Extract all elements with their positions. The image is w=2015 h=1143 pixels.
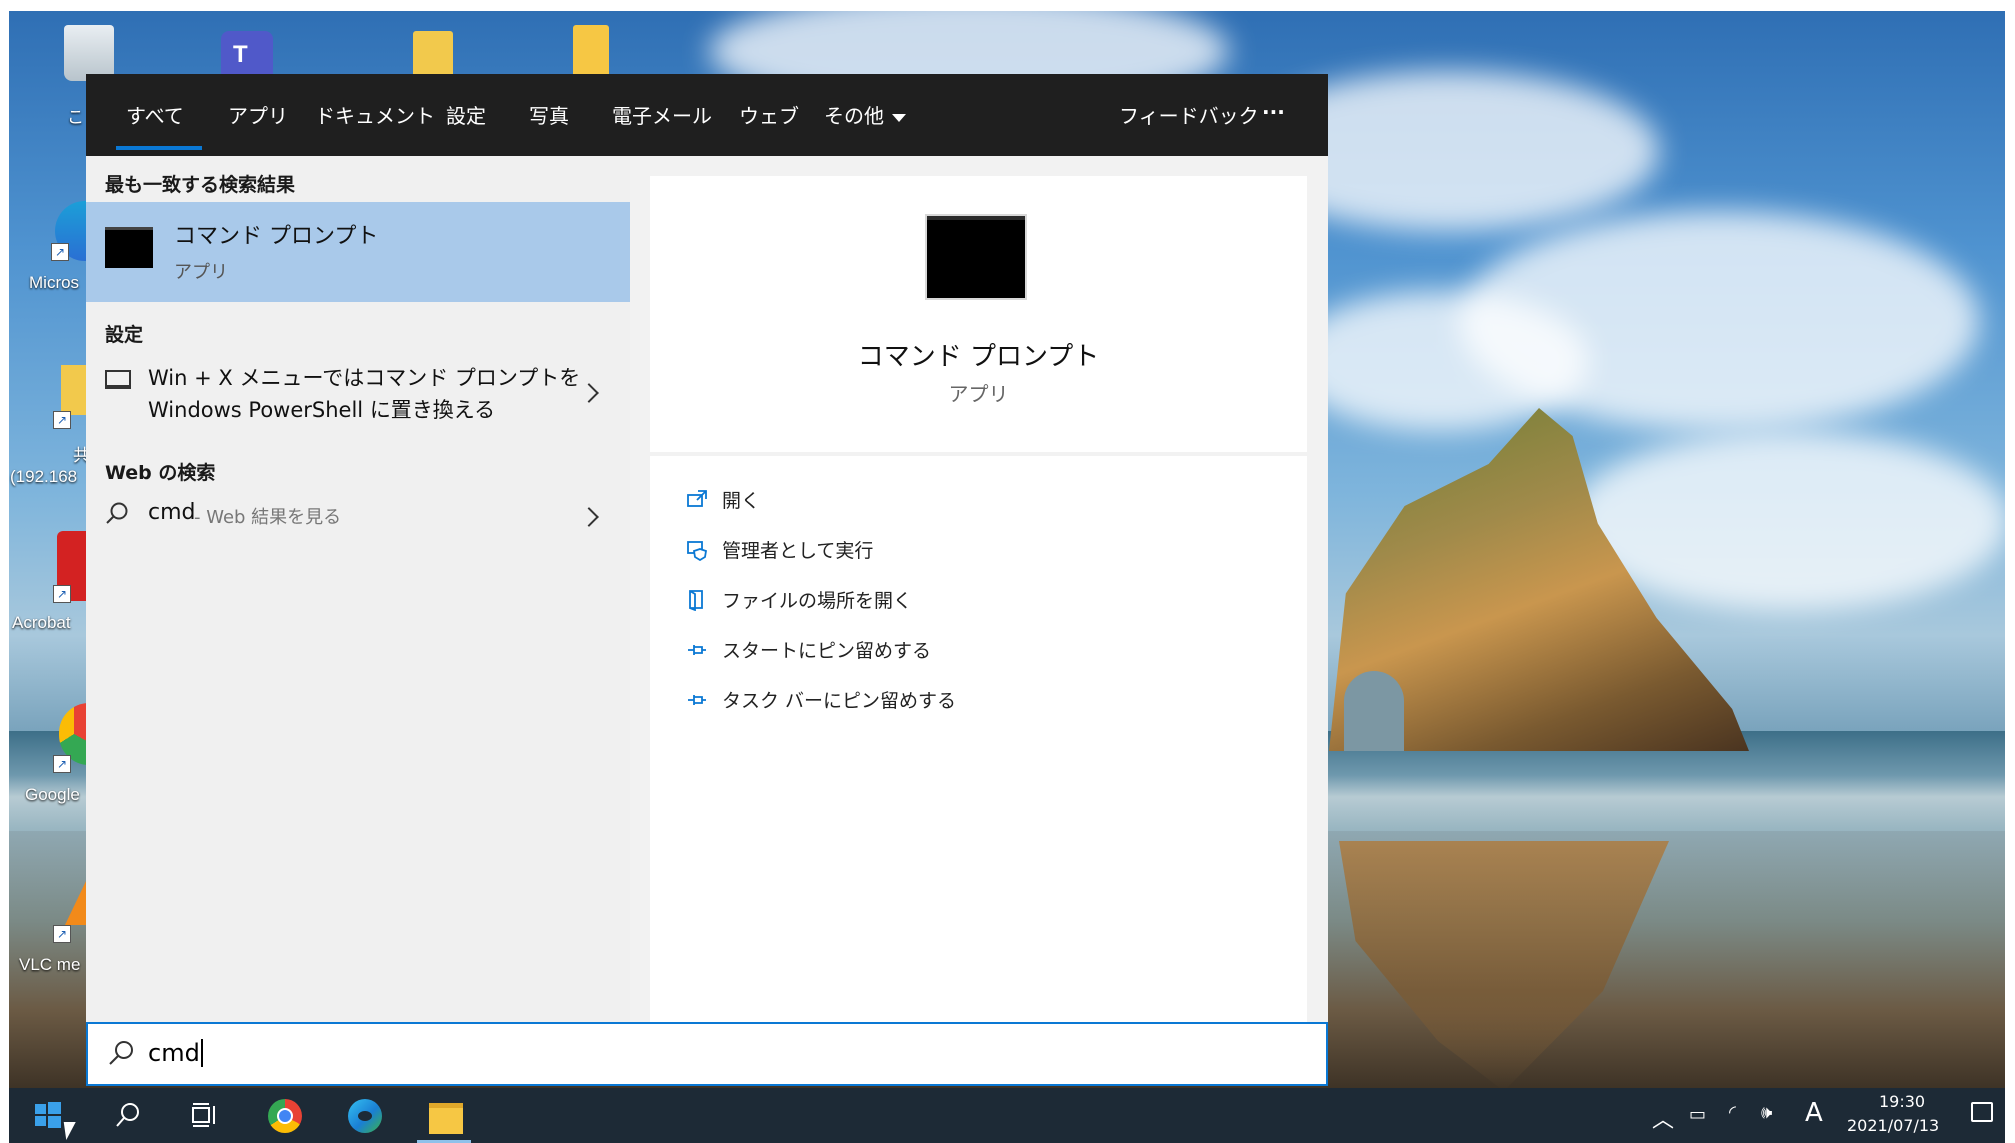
tab-more-label: その他 xyxy=(824,104,884,128)
preview-title: コマンド プロンプト xyxy=(857,342,1100,372)
tab-email[interactable]: 電子メール xyxy=(612,100,712,129)
web-result-query: cmd xyxy=(148,500,196,525)
show-hidden-icons-button[interactable]: ︿ xyxy=(1652,1102,1674,1134)
open-action-label: 開く xyxy=(722,490,761,512)
caret-down-icon xyxy=(892,113,906,122)
folder-icon xyxy=(429,1103,463,1134)
preview-subtitle: アプリ xyxy=(948,382,1009,406)
windows-logo-icon xyxy=(35,1102,61,1128)
start-button[interactable] xyxy=(9,1088,73,1143)
preview-actions: 開く 管理者として実行 ファイルの場所を開く スタートにピン留めする タスク バ… xyxy=(650,456,1307,1086)
shortcut-arrow-icon: ↗ xyxy=(53,411,71,429)
best-match-heading: 最も一致する検索結果 xyxy=(105,174,296,196)
search-icon xyxy=(106,1038,136,1068)
web-result-item[interactable]: cmd - Web 結果を見る xyxy=(86,494,630,538)
preview-header: コマンド プロンプト アプリ xyxy=(650,176,1307,452)
desktop-icon-label: VLC me xyxy=(19,955,81,974)
web-result-suffix: - Web 結果を見る xyxy=(194,507,342,528)
tab-photos[interactable]: 写真 xyxy=(529,100,569,129)
shortcut-arrow-icon: ↗ xyxy=(53,755,71,773)
tab-documents[interactable]: ドキュメント xyxy=(315,100,435,129)
pin-icon xyxy=(686,639,708,661)
search-taskbar-button[interactable] xyxy=(93,1088,163,1143)
settings-result-line2: Windows PowerShell に置き換える xyxy=(148,398,496,422)
best-match-subtitle: アプリ xyxy=(174,262,228,283)
desktop-icon-label: (192.168 xyxy=(10,467,78,486)
edge-icon xyxy=(348,1099,382,1133)
desktop-icon-label: Google xyxy=(25,785,80,804)
chrome-icon xyxy=(268,1099,302,1133)
taskbar-search-box[interactable]: cmd xyxy=(86,1022,1328,1086)
web-search-heading: Web の検索 xyxy=(105,462,216,484)
user-folder-icon[interactable] xyxy=(413,31,453,79)
more-options-button[interactable]: ··· xyxy=(1262,100,1285,124)
chevron-right-icon xyxy=(579,507,599,527)
ime-mode-indicator[interactable]: A xyxy=(1805,1098,1823,1128)
volume-icon[interactable]: 🕪 xyxy=(1761,1102,1772,1123)
run-as-admin-label: 管理者として実行 xyxy=(722,540,874,562)
file-explorer-taskbar-button[interactable] xyxy=(409,1088,479,1143)
open-action[interactable]: 開く xyxy=(686,486,760,516)
pin-to-start-action[interactable]: スタートにピン留めする xyxy=(686,636,931,666)
pin-to-start-label: スタートにピン留めする xyxy=(722,640,932,662)
command-prompt-icon xyxy=(105,227,153,268)
wifi-icon[interactable]: ◜ xyxy=(1729,1102,1736,1123)
settings-heading: 設定 xyxy=(105,324,144,346)
tab-web[interactable]: ウェブ xyxy=(739,100,799,129)
clock-date[interactable]: 2021/07/13 xyxy=(1847,1116,1939,1135)
open-icon xyxy=(686,489,708,511)
search-icon xyxy=(116,1103,139,1127)
chevron-right-icon xyxy=(579,383,599,403)
desktop-icon-label: こ xyxy=(67,108,84,127)
recycle-bin-icon[interactable] xyxy=(64,25,114,81)
desktop-icon-label: Micros xyxy=(29,273,80,292)
tab-more[interactable]: その他 xyxy=(824,100,906,129)
open-file-location-action[interactable]: ファイルの場所を開く xyxy=(686,586,912,616)
task-view-button[interactable] xyxy=(169,1088,239,1143)
shortcut-arrow-icon: ↗ xyxy=(53,925,71,943)
feedback-link[interactable]: フィードバック xyxy=(1119,100,1259,129)
run-as-admin-icon xyxy=(686,539,708,561)
tab-settings[interactable]: 設定 xyxy=(446,100,486,129)
chrome-taskbar-button[interactable] xyxy=(249,1088,319,1143)
search-filter-bar: すべて アプリ ドキュメント 設定 写真 電子メール ウェブ その他 フィードバ… xyxy=(86,74,1328,156)
results-list: 最も一致する検索結果 コマンド プロンプト アプリ 設定 Win + X メニュ… xyxy=(86,156,630,1086)
pin-icon xyxy=(686,689,708,711)
best-match-item[interactable]: コマンド プロンプト アプリ xyxy=(86,202,630,302)
shortcut-arrow-icon: ↗ xyxy=(53,585,71,603)
best-match-title: コマンド プロンプト xyxy=(174,224,379,249)
tab-apps[interactable]: アプリ xyxy=(228,100,288,129)
pin-to-taskbar-label: タスク バーにピン留めする xyxy=(722,690,957,712)
mouse-cursor-icon xyxy=(63,1122,79,1140)
taskbar: ︿ ▭ ◜ 🕪 A 19:30 2021/07/13 xyxy=(9,1088,2005,1143)
search-icon xyxy=(104,500,130,526)
task-view-icon xyxy=(192,1103,215,1127)
monitor-icon xyxy=(105,370,131,389)
clock-time[interactable]: 19:30 xyxy=(1879,1092,1925,1111)
settings-result-line1: Win + X メニューではコマンド プロンプトを xyxy=(148,366,581,390)
open-file-location-label: ファイルの場所を開く xyxy=(722,590,913,612)
tab-all[interactable]: すべて xyxy=(116,100,202,150)
run-as-admin-action[interactable]: 管理者として実行 xyxy=(686,536,873,566)
shortcut-arrow-icon: ↗ xyxy=(51,243,69,261)
edge-taskbar-button[interactable] xyxy=(329,1088,399,1143)
battery-icon[interactable]: ▭ xyxy=(1689,1104,1706,1125)
search-input[interactable]: cmd xyxy=(148,1039,203,1067)
command-prompt-icon xyxy=(927,216,1025,298)
file-location-icon xyxy=(686,589,708,611)
preview-pane: コマンド プロンプト アプリ 開く 管理者として実行 ファイルの場所を開く スタ… xyxy=(650,176,1307,1086)
notification-icon[interactable] xyxy=(1971,1102,1993,1122)
desktop-icon-label: Acrobat xyxy=(12,613,71,632)
folder-icon[interactable] xyxy=(573,25,609,79)
search-panel: すべて アプリ ドキュメント 設定 写真 電子メール ウェブ その他 フィードバ… xyxy=(86,74,1328,1086)
settings-result-item[interactable]: Win + X メニューではコマンド プロンプトを Windows PowerS… xyxy=(86,356,630,428)
pin-to-taskbar-action[interactable]: タスク バーにピン留めする xyxy=(686,686,956,716)
